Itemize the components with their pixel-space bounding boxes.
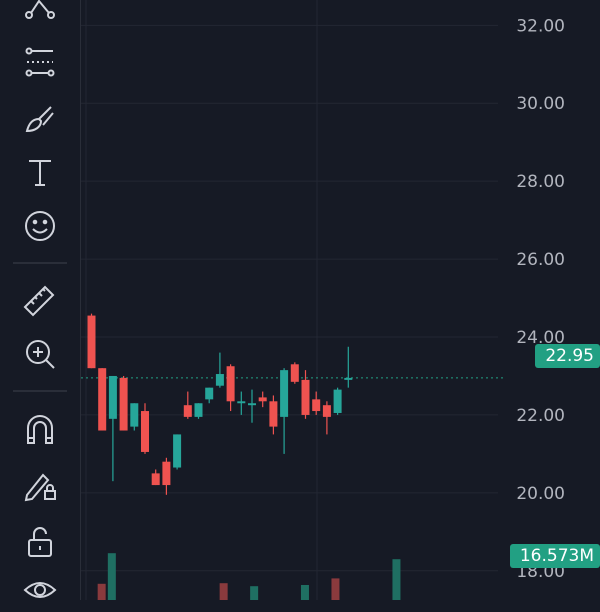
candle-body — [226, 366, 235, 402]
candle-body — [194, 403, 203, 417]
pattern-tool[interactable] — [14, 0, 66, 32]
magnet-tool[interactable] — [14, 408, 66, 452]
candle-body — [98, 368, 107, 431]
candle-body — [322, 405, 331, 417]
text-tool-icon — [29, 160, 51, 186]
volume-label: 16.573M — [509, 544, 600, 568]
last-price-label: 22.95 — [535, 344, 600, 368]
y-tick-label: 30.00 — [516, 94, 565, 114]
magnet-tool-icon — [27, 415, 53, 444]
y-tick-label: 32.00 — [516, 16, 565, 36]
volume-bar — [107, 553, 116, 600]
zoom-in-tool[interactable] — [14, 332, 66, 376]
candlestick-chart[interactable]: 32.00 30.00 28.00 26.00 24.00 22.00 20.00 18.00… — [81, 0, 600, 600]
brush-tool-icon — [25, 106, 54, 133]
candle-body — [237, 401, 246, 404]
candle-body — [269, 401, 278, 427]
candle-body — [290, 364, 299, 382]
fib-tool-icon — [25, 47, 55, 77]
ruler-tool[interactable] — [14, 278, 66, 322]
text-tool[interactable] — [14, 150, 66, 194]
emoji-tool[interactable] — [14, 204, 66, 248]
ruler-tool-icon — [23, 285, 55, 317]
eye-tool[interactable] — [14, 568, 66, 612]
candle-body — [87, 315, 96, 369]
chart-canvas: 32.0030.0028.0026.0024.0022.0020.0018.00 — [81, 0, 565, 600]
eye-tool-icon — [23, 582, 57, 598]
candle-body — [248, 403, 256, 406]
pattern-tool-icon — [25, 0, 55, 19]
candle-body — [258, 397, 267, 402]
unlock-tool[interactable] — [14, 520, 66, 564]
volume-bar — [300, 585, 309, 600]
lock-drawing-tool[interactable] — [14, 462, 66, 506]
candle-body — [162, 461, 171, 486]
candle-body — [333, 389, 342, 413]
candle-body — [280, 370, 289, 417]
lock-drawing-tool-icon — [24, 473, 56, 502]
volume-bar — [97, 583, 106, 600]
toolbar-separator — [13, 390, 67, 392]
drawing-toolbar — [0, 0, 80, 600]
candle-body — [130, 403, 139, 427]
candle-body — [205, 387, 214, 400]
zoom-in-tool-icon — [26, 340, 55, 369]
brush-tool[interactable] — [14, 96, 66, 140]
candle-body — [215, 374, 224, 386]
candle-body — [183, 405, 192, 417]
volume-bar — [331, 578, 340, 600]
y-tick-label: 22.00 — [516, 406, 565, 426]
candle-body — [344, 377, 353, 380]
y-tick-label: 28.00 — [516, 172, 565, 192]
volume-bar — [392, 559, 401, 600]
volume-bar — [219, 583, 228, 600]
candle-body — [312, 399, 321, 412]
emoji-tool-icon — [25, 211, 55, 241]
candle-body — [141, 411, 149, 452]
candle-body — [151, 473, 160, 486]
candle-body — [173, 434, 182, 468]
fib-tool[interactable] — [14, 40, 66, 84]
y-tick-label: 26.00 — [516, 250, 565, 270]
y-tick-label: 20.00 — [516, 484, 565, 504]
unlock-tool-icon — [28, 527, 52, 557]
toolbar-separator — [13, 262, 67, 264]
candle-body — [119, 377, 128, 431]
volume-bar — [250, 586, 259, 600]
candle-body — [301, 379, 310, 415]
candle-body — [108, 375, 117, 419]
